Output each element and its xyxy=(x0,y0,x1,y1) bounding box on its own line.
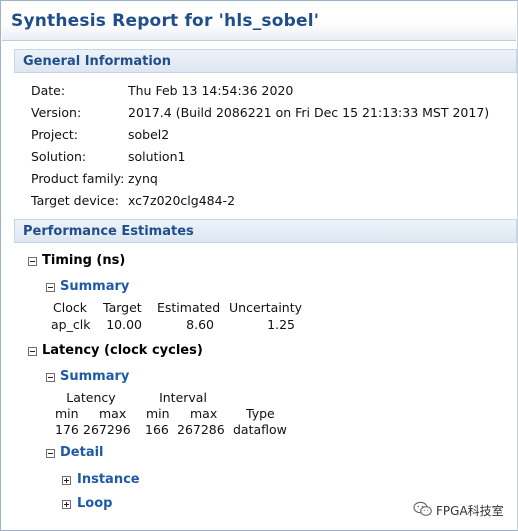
watermark-text: FPGA科技室 xyxy=(436,504,504,518)
date-label: Date: xyxy=(31,83,66,98)
interval-group-header: Interval xyxy=(159,390,207,405)
interval-max-value: 267286 xyxy=(177,422,225,437)
synthesis-report-page: Synthesis Report for 'hls_sobel' General… xyxy=(0,0,518,531)
collapse-timing-summary-icon[interactable] xyxy=(46,283,55,292)
interval-col-max: max xyxy=(190,406,218,421)
target-device-label: Target device: xyxy=(31,193,119,208)
timing-estimated-value: 8.60 xyxy=(186,317,214,332)
date-value: Thu Feb 13 14:54:36 2020 xyxy=(128,83,294,98)
latency-node[interactable]: Latency (clock cycles) xyxy=(42,343,203,358)
report-title-bar: Synthesis Report for 'hls_sobel' xyxy=(2,2,516,41)
collapse-latency-icon[interactable] xyxy=(28,347,37,356)
project-label: Project: xyxy=(31,127,78,142)
general-information-title: General Information xyxy=(23,54,171,69)
version-label: Version: xyxy=(31,105,82,120)
timing-target-value: 10.00 xyxy=(106,317,142,332)
collapse-latency-summary-icon[interactable] xyxy=(46,373,55,382)
timing-col-estimated: Estimated xyxy=(157,300,221,315)
timing-col-clock: Clock xyxy=(53,300,87,315)
timing-col-uncertainty: Uncertainty xyxy=(229,300,303,315)
solution-value: solution1 xyxy=(128,149,186,164)
latency-col-type: Type xyxy=(246,406,275,421)
performance-estimates-title: Performance Estimates xyxy=(23,224,194,239)
timing-col-target: Target xyxy=(103,300,142,315)
timing-uncertainty-value: 1.25 xyxy=(267,317,295,332)
general-information-header[interactable]: General Information xyxy=(14,49,517,73)
instance-node[interactable]: Instance xyxy=(77,472,140,487)
version-value: 2017.4 (Build 2086221 on Fri Dec 15 21:1… xyxy=(128,105,490,120)
latency-group-header: Latency xyxy=(66,390,116,405)
interval-min-value: 166 xyxy=(145,422,169,437)
latency-max-value: 267296 xyxy=(83,422,131,437)
detail-node[interactable]: Detail xyxy=(60,445,104,460)
collapse-timing-icon[interactable] xyxy=(28,257,37,266)
product-family-value: zynq xyxy=(128,171,158,186)
latency-col-min: min xyxy=(55,406,79,421)
timing-clock-value: ap_clk xyxy=(51,317,91,332)
wechat-icon xyxy=(413,501,432,516)
expand-loop-icon[interactable] xyxy=(62,500,71,509)
report-title: Synthesis Report for 'hls_sobel' xyxy=(11,11,320,31)
latency-min-value: 176 xyxy=(55,422,79,437)
performance-estimates-header[interactable]: Performance Estimates xyxy=(14,219,517,243)
solution-label: Solution: xyxy=(31,149,87,164)
latency-summary-node[interactable]: Summary xyxy=(60,369,129,384)
latency-type-value: dataflow xyxy=(233,422,287,437)
latency-col-max: max xyxy=(99,406,127,421)
timing-summary-node[interactable]: Summary xyxy=(60,279,129,294)
timing-node[interactable]: Timing (ns) xyxy=(42,253,125,268)
collapse-detail-icon[interactable] xyxy=(46,449,55,458)
target-device-value: xc7z020clg484-2 xyxy=(128,193,236,208)
interval-col-min: min xyxy=(146,406,170,421)
product-family-label: Product family: xyxy=(31,171,125,186)
expand-instance-icon[interactable] xyxy=(62,476,71,485)
project-value: sobel2 xyxy=(128,127,170,142)
loop-node[interactable]: Loop xyxy=(77,496,112,511)
